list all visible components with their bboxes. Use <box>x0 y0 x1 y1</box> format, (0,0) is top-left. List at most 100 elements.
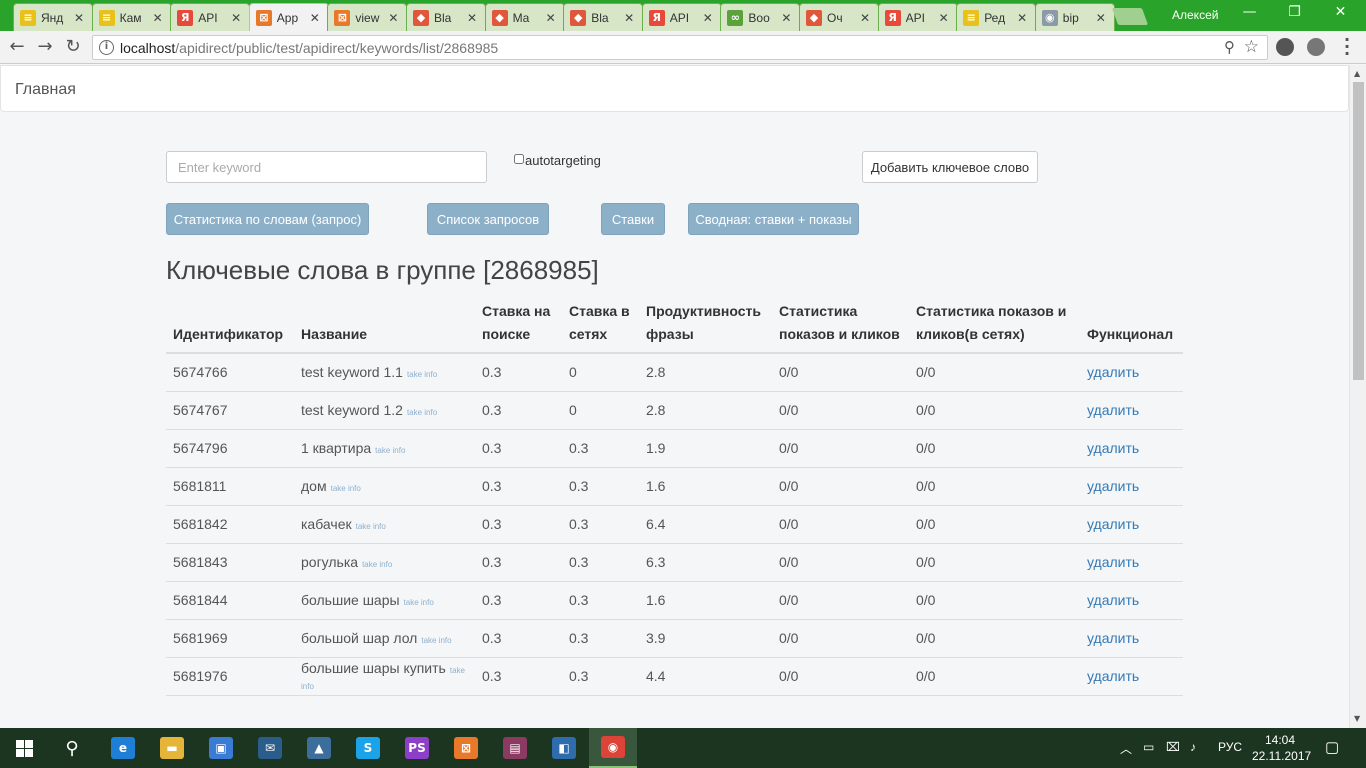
browser-tab[interactable]: ◆ Bla ✕ <box>563 3 644 31</box>
taskbar-app[interactable]: ▤ <box>491 728 539 768</box>
taskbar-app[interactable]: ▲ <box>295 728 343 768</box>
url-text[interactable]: localhost/apidirect/public/test/apidirec… <box>120 40 498 56</box>
keyword-input[interactable] <box>166 151 487 183</box>
forward-icon[interactable]: → <box>33 36 57 58</box>
close-tab-icon[interactable]: ✕ <box>465 11 479 25</box>
scroll-down-icon[interactable]: ▼ <box>1354 714 1360 723</box>
volume-icon[interactable]: ♪ <box>1190 740 1196 754</box>
autotargeting-checkbox[interactable] <box>514 154 524 164</box>
delete-link[interactable]: удалить <box>1087 402 1139 418</box>
close-window-icon[interactable]: ✕ <box>1318 4 1363 20</box>
back-icon[interactable]: ← <box>5 36 29 58</box>
take-info-link[interactable]: take info <box>375 446 405 455</box>
actions-cell: удалить <box>1080 353 1183 392</box>
scroll-up-icon[interactable]: ▲ <box>1354 69 1360 78</box>
browser-tab[interactable]: ◆ Bla ✕ <box>406 3 486 31</box>
taskbar-app[interactable]: ▣ <box>197 728 245 768</box>
tab-title: view <box>355 10 380 25</box>
close-tab-icon[interactable]: ✕ <box>1094 11 1108 25</box>
take-info-link[interactable]: take info <box>421 636 451 645</box>
take-info-link[interactable]: take info <box>404 598 434 607</box>
delete-link[interactable]: удалить <box>1087 516 1139 532</box>
network-icon[interactable]: ⌧ <box>1166 740 1180 754</box>
delete-link[interactable]: удалить <box>1087 440 1139 456</box>
browser-tab[interactable]: Я API ✕ <box>641 3 722 31</box>
extension-icon[interactable] <box>1276 38 1294 56</box>
taskbar-app[interactable]: ◧ <box>540 728 588 768</box>
extension-icon[interactable] <box>1307 38 1325 56</box>
close-tab-icon[interactable]: ✕ <box>72 11 86 25</box>
delete-link[interactable]: удалить <box>1087 554 1139 570</box>
delete-link[interactable]: удалить <box>1087 364 1139 380</box>
new-tab-button[interactable] <box>1111 8 1149 25</box>
browser-tab[interactable]: ≡ Янд ✕ <box>13 3 93 31</box>
clock[interactable]: 14:04 22.11.2017 <box>1252 732 1311 764</box>
browser-tab[interactable]: ≡ Кам ✕ <box>91 3 172 31</box>
address-bar[interactable]: i localhost/apidirect/public/test/apidir… <box>92 35 1268 60</box>
close-tab-icon[interactable]: ✕ <box>386 11 400 25</box>
taskbar-app[interactable]: ◉ <box>589 728 637 768</box>
take-info-link[interactable]: take info <box>331 484 361 493</box>
close-tab-icon[interactable]: ✕ <box>937 11 951 25</box>
take-info-link[interactable]: take info <box>407 370 437 379</box>
taskbar-app[interactable]: e <box>99 728 147 768</box>
add-keyword-button[interactable]: Добавить ключевое слово <box>862 151 1038 183</box>
taskbar-app[interactable]: PS <box>393 728 441 768</box>
restore-icon[interactable]: ❐ <box>1272 4 1317 20</box>
info-icon[interactable]: i <box>99 40 114 55</box>
close-tab-icon[interactable]: ✕ <box>858 11 872 25</box>
close-tab-icon[interactable]: ✕ <box>1015 11 1029 25</box>
productivity: 1.9 <box>639 429 772 468</box>
taskbar-app[interactable]: ✉ <box>246 728 294 768</box>
browser-tab[interactable]: ∞ Boo ✕ <box>720 3 801 31</box>
scrollbar-thumb[interactable] <box>1353 82 1364 380</box>
delete-link[interactable]: удалить <box>1087 630 1139 646</box>
close-tab-icon[interactable]: ✕ <box>229 11 243 25</box>
home-link[interactable]: Главная <box>15 81 76 99</box>
delete-link[interactable]: удалить <box>1087 668 1139 684</box>
close-tab-icon[interactable]: ✕ <box>779 11 793 25</box>
taskbar-app[interactable]: ▬ <box>148 728 196 768</box>
profile-name[interactable]: Алексей <box>1172 8 1218 22</box>
taskbar-app[interactable]: ⊠ <box>442 728 490 768</box>
taskbar-app[interactable]: S <box>344 728 392 768</box>
tray-chevron-icon[interactable]: ︿ <box>1120 740 1132 757</box>
close-tab-icon[interactable]: ✕ <box>544 11 558 25</box>
stats: 0/0 <box>772 581 909 620</box>
close-tab-icon[interactable]: ✕ <box>151 11 165 25</box>
browser-tab[interactable]: ⊠ view ✕ <box>327 3 408 31</box>
browser-tab[interactable]: Я API ✕ <box>170 3 251 31</box>
browser-tab[interactable]: ≡ Ред ✕ <box>956 3 1037 31</box>
close-tab-icon[interactable]: ✕ <box>622 11 636 25</box>
browser-tab[interactable]: ◆ Оч ✕ <box>799 3 879 31</box>
reload-icon[interactable]: ↻ <box>61 36 85 58</box>
take-info-link[interactable]: take info <box>407 408 437 417</box>
summary-button[interactable]: Сводная: ставки + показы <box>688 203 859 235</box>
start-button[interactable] <box>0 728 48 768</box>
zoom-icon[interactable]: ⚲ <box>1224 38 1235 56</box>
keyword-name-cell: 1 квартира take info <box>294 429 475 468</box>
search-button[interactable]: ⚲ <box>48 728 96 768</box>
bids-button[interactable]: Ставки <box>601 203 665 235</box>
take-info-link[interactable]: take info <box>356 522 386 531</box>
browser-tab[interactable]: ◆ Ma ✕ <box>484 3 565 31</box>
delete-link[interactable]: удалить <box>1087 478 1139 494</box>
delete-link[interactable]: удалить <box>1087 592 1139 608</box>
notifications-icon[interactable]: ▢ <box>1325 738 1339 756</box>
battery-icon[interactable]: ▭ <box>1143 740 1154 754</box>
table-row: 5681842 кабачек take info 0.3 0.3 6.4 0/0 0/0 уд… <box>166 505 1183 544</box>
close-tab-icon[interactable]: ✕ <box>308 11 322 25</box>
language-indicator[interactable]: РУС <box>1218 740 1242 754</box>
browser-tab[interactable]: ⊠ App ✕ <box>248 3 329 31</box>
browser-menu-icon[interactable]: · · · <box>1341 32 1353 62</box>
requests-list-button[interactable]: Список запросов <box>427 203 549 235</box>
take-info-link[interactable]: take info <box>362 560 392 569</box>
close-tab-icon[interactable]: ✕ <box>701 11 715 25</box>
browser-tab[interactable]: Я API ✕ <box>877 3 958 31</box>
tab-title: Ред <box>984 10 1006 25</box>
page-scrollbar[interactable]: ▲ ▼ <box>1349 65 1366 728</box>
bookmark-star-icon[interactable]: ☆ <box>1244 37 1259 57</box>
minimize-icon[interactable]: — <box>1227 4 1272 20</box>
browser-tab[interactable]: ◉ bip ✕ <box>1034 3 1115 31</box>
word-stats-button[interactable]: Статистика по словам (запрос) <box>166 203 369 235</box>
